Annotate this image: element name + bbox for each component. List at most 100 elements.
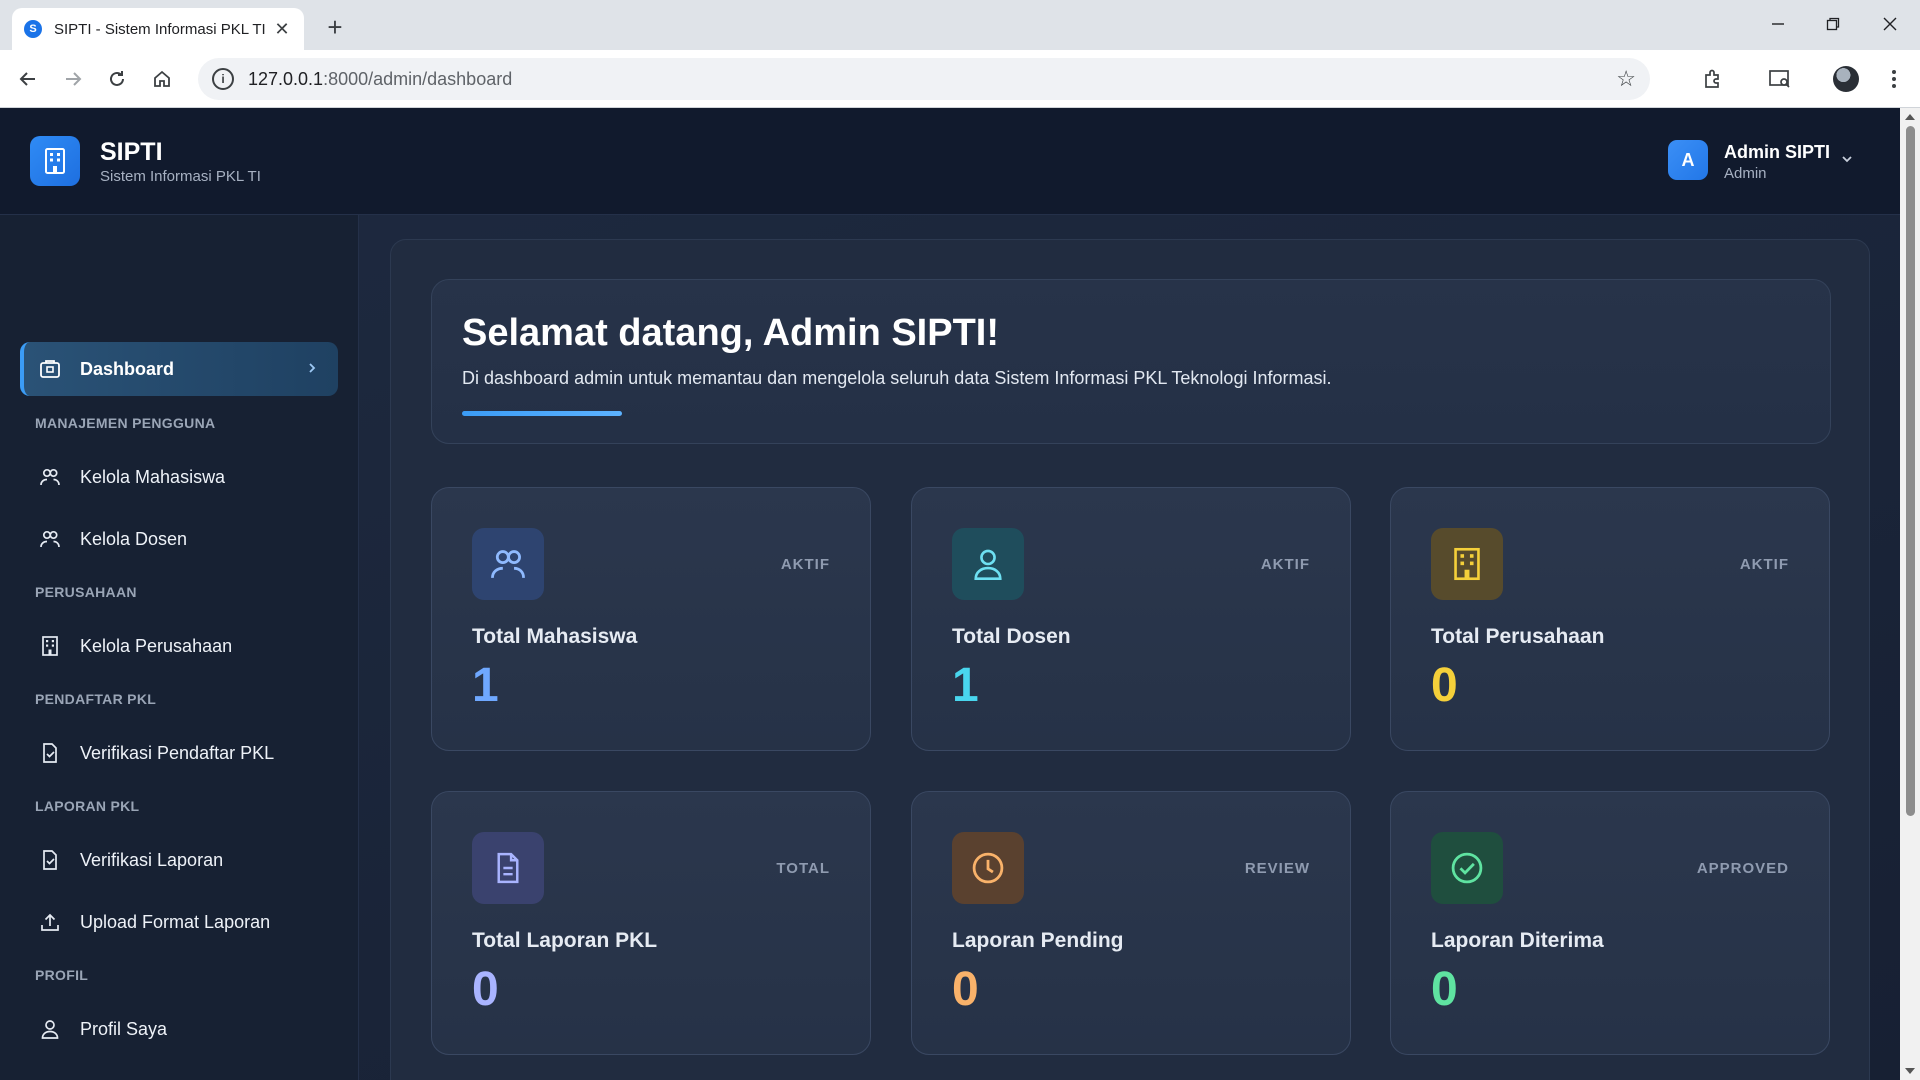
reload-icon[interactable] <box>99 61 135 97</box>
upload-icon <box>38 910 62 934</box>
stat-card-total-dosen: AKTIF Total Dosen 1 <box>911 487 1351 751</box>
site-info-icon[interactable]: i <box>212 68 234 90</box>
user-avatar[interactable]: A <box>1668 140 1708 180</box>
sidebar-section-profile: PROFIL <box>35 967 89 983</box>
stat-card-total-mahasiswa: AKTIF Total Mahasiswa 1 <box>431 487 871 751</box>
document-check-icon <box>38 741 62 765</box>
stat-tag: TOTAL <box>776 860 830 877</box>
extensions-icon[interactable] <box>1695 61 1731 97</box>
minimize-icon[interactable] <box>1758 8 1798 40</box>
new-tab-button[interactable]: + <box>318 10 352 44</box>
sidebar-section-company: PERUSAHAAN <box>35 584 137 600</box>
browser-toolbar: i 127.0.0.1:8000/admin/dashboard ☆ <box>0 50 1920 108</box>
home-icon[interactable] <box>144 61 180 97</box>
browser-tab[interactable]: S SIPTI - Sistem Informasi PKL TI ✕ <box>12 8 304 50</box>
bookmark-star-icon[interactable]: ☆ <box>1616 66 1636 92</box>
sidebar-item-dashboard[interactable]: Dashboard <box>20 342 338 396</box>
browser-tabstrip: S SIPTI - Sistem Informasi PKL TI ✕ + <box>0 0 1920 50</box>
user-role: Admin <box>1724 165 1767 182</box>
sidebar-section-report: LAPORAN PKL <box>35 798 140 814</box>
sidebar-item-upload-format[interactable]: Upload Format Laporan <box>20 895 338 949</box>
user-icon <box>952 528 1024 600</box>
stat-value: 0 <box>1431 963 1458 1016</box>
chevron-right-icon <box>306 361 318 380</box>
scroll-up-arrow-icon[interactable] <box>1905 114 1915 120</box>
stat-card-total-perusahaan: AKTIF Total Perusahaan 0 <box>1390 487 1830 751</box>
sidebar-item-label: Verifikasi Laporan <box>80 849 224 870</box>
close-tab-icon[interactable]: ✕ <box>272 19 292 40</box>
clock-icon <box>952 832 1024 904</box>
stat-card-laporan-pending: REVIEW Laporan Pending 0 <box>911 791 1351 1055</box>
sidebar-section-registrant: PENDAFTAR PKL <box>35 691 157 707</box>
scrollbar-thumb[interactable] <box>1906 126 1915 816</box>
welcome-banner: Selamat datang, Admin SIPTI! Di dashboar… <box>431 279 1831 444</box>
stat-tag: APPROVED <box>1696 860 1789 877</box>
welcome-title: Selamat datang, Admin SIPTI! <box>462 312 1000 354</box>
stat-label: Total Laporan PKL <box>472 929 658 952</box>
app-header: SIPTI Sistem Informasi PKL TI A Admin SI… <box>0 108 1900 215</box>
stat-value: 0 <box>472 963 499 1016</box>
brand-subtitle: Sistem Informasi PKL TI <box>100 168 261 185</box>
menu-dots-icon[interactable] <box>1876 61 1912 97</box>
welcome-accent-bar <box>462 411 622 416</box>
stat-tag: REVIEW <box>1244 860 1310 877</box>
sidebar-item-kelola-perusahaan[interactable]: Kelola Perusahaan <box>20 619 338 673</box>
sidebar-item-label: Verifikasi Pendaftar PKL <box>80 742 275 763</box>
check-circle-icon <box>1431 832 1503 904</box>
back-arrow-icon[interactable] <box>10 61 46 97</box>
forward-arrow-icon[interactable] <box>55 61 91 97</box>
user-name[interactable]: Admin SIPTI <box>1724 142 1830 163</box>
site-favicon-icon: S <box>24 20 42 38</box>
sidebar-item-profil-saya[interactable]: Profil Saya <box>20 1002 338 1056</box>
user-icon <box>38 1017 62 1041</box>
sidebar-item-label: Kelola Perusahaan <box>80 635 233 656</box>
building-icon <box>38 634 62 658</box>
stat-value: 0 <box>1431 659 1458 712</box>
stat-value: 1 <box>952 659 979 712</box>
stat-card-total-laporan: TOTAL Total Laporan PKL 0 <box>431 791 871 1055</box>
stat-tag: AKTIF <box>780 556 830 573</box>
stat-label: Total Perusahaan <box>1431 625 1605 648</box>
document-icon <box>472 832 544 904</box>
tab-search-icon[interactable] <box>1762 61 1798 97</box>
stat-label: Total Mahasiswa <box>472 625 638 648</box>
stat-label: Laporan Diterima <box>1431 929 1604 952</box>
stat-card-laporan-diterima: APPROVED Laporan Diterima 0 <box>1390 791 1830 1055</box>
profile-avatar-icon[interactable] <box>1828 61 1864 97</box>
stat-value: 0 <box>952 963 979 1016</box>
dashboard-icon <box>38 357 62 381</box>
address-url: 127.0.0.1:8000/admin/dashboard <box>248 68 513 89</box>
scroll-down-arrow-icon[interactable] <box>1905 1068 1915 1074</box>
sidebar-item-kelola-dosen[interactable]: Kelola Dosen <box>20 512 338 566</box>
sidebar: Dashboard MANAJEMEN PENGGUNA Kelola Maha… <box>0 215 359 1080</box>
stat-tag: AKTIF <box>1739 556 1789 573</box>
sidebar-section-users: MANAJEMEN PENGGUNA <box>35 415 216 431</box>
users-icon <box>38 527 62 551</box>
stat-label: Total Dosen <box>952 625 1071 648</box>
users-icon <box>38 465 62 489</box>
document-check-icon <box>38 848 62 872</box>
sidebar-item-verifikasi-laporan[interactable]: Verifikasi Laporan <box>20 833 338 887</box>
restore-icon[interactable] <box>1813 8 1853 40</box>
building-icon <box>1431 528 1503 600</box>
chevron-down-icon[interactable] <box>1840 152 1854 171</box>
stat-label: Laporan Pending <box>952 929 1124 952</box>
close-window-icon[interactable] <box>1870 8 1910 40</box>
sidebar-item-label: Profil Saya <box>80 1018 168 1039</box>
address-bar[interactable]: i 127.0.0.1:8000/admin/dashboard ☆ <box>198 58 1650 100</box>
page-scrollbar[interactable] <box>1900 108 1920 1080</box>
brand-name: SIPTI <box>100 138 163 166</box>
tab-title: SIPTI - Sistem Informasi PKL TI <box>54 20 266 38</box>
sidebar-item-kelola-mahasiswa[interactable]: Kelola Mahasiswa <box>20 450 338 504</box>
app-root: SIPTI Sistem Informasi PKL TI A Admin SI… <box>0 108 1900 1080</box>
sidebar-item-label: Dashboard <box>80 358 175 379</box>
stat-value: 1 <box>472 659 499 712</box>
sidebar-item-label: Kelola Mahasiswa <box>80 466 226 487</box>
stat-tag: AKTIF <box>1260 556 1310 573</box>
sidebar-item-label: Kelola Dosen <box>80 528 188 549</box>
sidebar-item-verifikasi-pendaftar[interactable]: Verifikasi Pendaftar PKL <box>20 726 338 780</box>
sidebar-item-label: Upload Format Laporan <box>80 911 271 932</box>
building-logo-icon <box>30 136 80 186</box>
welcome-text: Di dashboard admin untuk memantau dan me… <box>462 368 1332 388</box>
users-icon <box>472 528 544 600</box>
